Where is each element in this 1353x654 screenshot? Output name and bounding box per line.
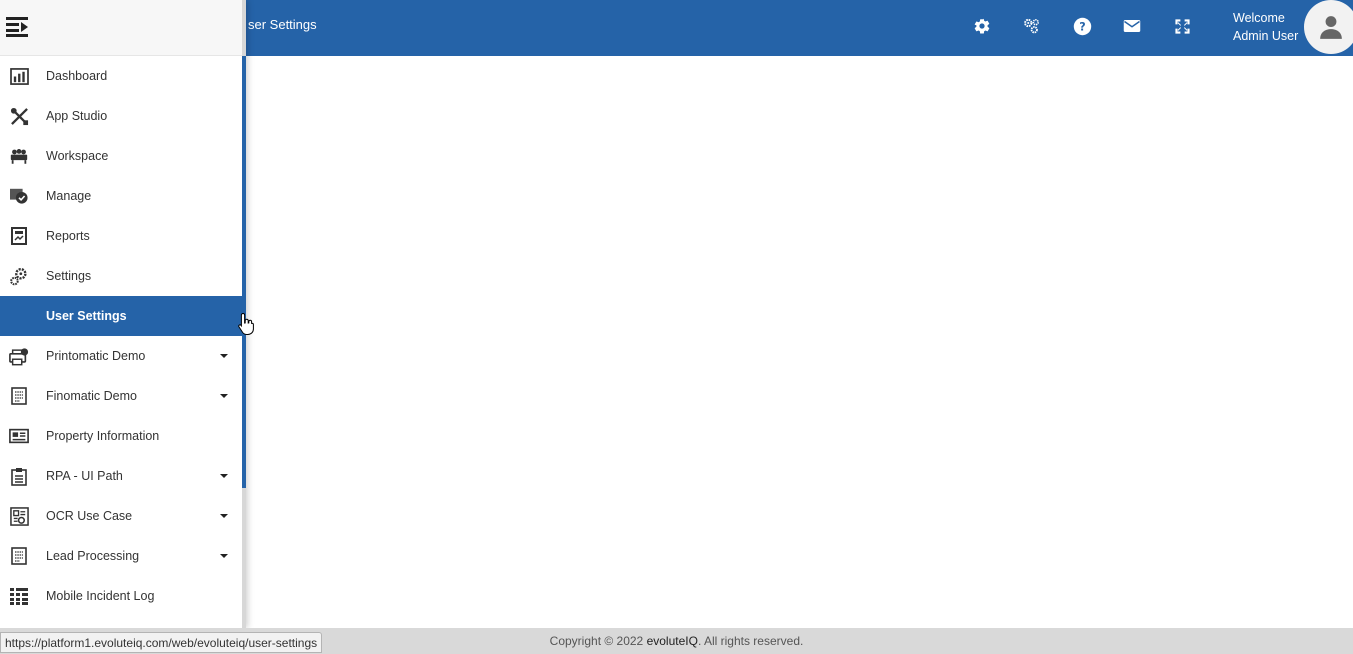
- sidebar-scrollbar-thumb[interactable]: [242, 56, 246, 488]
- copyright-suffix: . All rights reserved.: [697, 634, 804, 648]
- printer-icon: [9, 346, 29, 366]
- user-icon: [1320, 16, 1342, 39]
- gear-icon[interactable]: [972, 16, 992, 36]
- sidebar-item-lead-processing[interactable]: Lead Processing: [0, 536, 242, 576]
- sidebar-item-label: Lead Processing: [46, 549, 140, 563]
- workspace-icon: [9, 146, 29, 166]
- sidebar-item-label: User Settings: [46, 309, 127, 323]
- property-icon: [9, 426, 29, 446]
- sidebar-item-finomatic-demo[interactable]: Finomatic Demo: [0, 376, 242, 416]
- chevron-down-icon[interactable]: [220, 554, 228, 558]
- sidebar-item-label: Mobile Incident Log: [46, 589, 155, 603]
- breadcrumb: ser Settings: [248, 17, 317, 32]
- sidebar-item-rpa-ui-path[interactable]: RPA - UI Path: [0, 456, 242, 496]
- sidebar-item-label: Printomatic Demo: [46, 349, 146, 363]
- reports-icon: [9, 226, 29, 246]
- chevron-down-icon[interactable]: [220, 394, 228, 398]
- document-icon: [9, 386, 29, 406]
- user-name: Admin User: [1233, 29, 1299, 43]
- manage-icon: [9, 186, 29, 206]
- ocr-icon: [9, 506, 29, 526]
- document-icon: [9, 546, 29, 566]
- tools-icon: [9, 106, 29, 126]
- sidebar-item-label: Workspace: [46, 149, 109, 163]
- sidebar-header: [0, 0, 242, 56]
- chevron-down-icon[interactable]: [220, 474, 228, 478]
- avatar[interactable]: [1304, 0, 1353, 54]
- help-icon[interactable]: ?: [1072, 16, 1092, 36]
- sidebar-item-dashboard[interactable]: Dashboard: [0, 56, 242, 96]
- sidebar-item-label: Property Information: [46, 429, 160, 443]
- dashboard-icon: [9, 66, 29, 86]
- sidebar-item-printomatic-demo[interactable]: Printomatic Demo: [0, 336, 242, 376]
- sidebar-item-label: OCR Use Case: [46, 509, 133, 523]
- sidebar-item-manage[interactable]: Manage: [0, 176, 242, 216]
- menu-toggle-icon[interactable]: [6, 15, 30, 37]
- sidebar-menu: Dashboard App Studio Workspace Manage Re…: [0, 56, 242, 616]
- welcome-label: Welcome: [1233, 11, 1285, 25]
- fullscreen-icon[interactable]: [1172, 16, 1192, 36]
- hand-cursor-icon: [238, 312, 254, 335]
- sidebar-item-label: Manage: [46, 189, 92, 203]
- brand-name: evoluteIQ: [646, 634, 698, 648]
- mail-icon[interactable]: [1122, 16, 1142, 36]
- grid-icon: [9, 586, 29, 606]
- sidebar-item-settings[interactable]: Settings: [0, 256, 242, 296]
- copyright-prefix: Copyright © 2022: [549, 634, 647, 648]
- sidebar-item-label: Finomatic Demo: [46, 389, 137, 403]
- chevron-down-icon[interactable]: [220, 354, 228, 358]
- welcome-text: Welcome Admin User: [1233, 9, 1298, 45]
- sidebar-item-label: Reports: [46, 229, 90, 243]
- sidebar-item-ocr-use-case[interactable]: OCR Use Case: [0, 496, 242, 536]
- sidebar-item-label: App Studio: [46, 109, 108, 123]
- sidebar-item-reports[interactable]: Reports: [0, 216, 242, 256]
- sidebar-item-property-information[interactable]: Property Information: [0, 416, 242, 456]
- settings-icon: [9, 266, 29, 286]
- chevron-down-icon[interactable]: [220, 514, 228, 518]
- svg-text:?: ?: [1079, 20, 1085, 33]
- clipboard-icon: [9, 466, 29, 486]
- sidebar: Dashboard App Studio Workspace Manage Re…: [0, 0, 246, 628]
- status-url: https://platform1.evoluteiq.com/web/evol…: [0, 632, 323, 653]
- sidebar-item-app-studio[interactable]: App Studio: [0, 96, 242, 136]
- sidebar-item-label: Settings: [46, 269, 92, 283]
- cogs-icon[interactable]: [1022, 16, 1042, 36]
- sidebar-item-user-settings[interactable]: User Settings: [0, 296, 242, 336]
- sidebar-item-workspace[interactable]: Workspace: [0, 136, 242, 176]
- sidebar-item-label: RPA - UI Path: [46, 469, 123, 483]
- sidebar-item-mobile-incident-log[interactable]: Mobile Incident Log: [0, 576, 242, 616]
- sidebar-item-label: Dashboard: [46, 69, 108, 83]
